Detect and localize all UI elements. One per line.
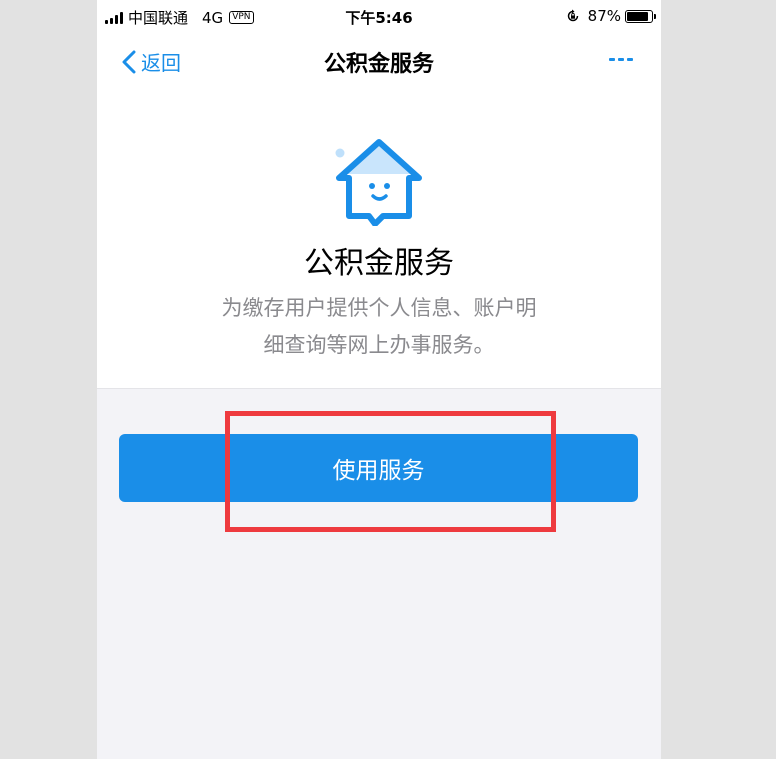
service-description-line: 细查询等网上办事服务。 [263, 333, 495, 357]
more-button[interactable] [609, 58, 633, 61]
battery-percent: 87% [587, 7, 621, 25]
service-description: 为缴存用户提供个人信息、账户明 细查询等网上办事服务。 [189, 290, 569, 364]
service-title: 公积金服务 [304, 246, 454, 281]
page-title: 公积金服务 [323, 52, 434, 77]
back-label: 返回 [141, 51, 181, 75]
service-description-line: 为缴存用户提供个人信息、账户明 [221, 296, 537, 320]
status-right: 87% [566, 7, 656, 25]
status-bar: 中国联通 4G VPN 下午5:46 87% [97, 0, 661, 36]
back-button[interactable]: 返回 [122, 47, 181, 76]
battery-icon [625, 9, 656, 23]
more-icon [609, 58, 615, 61]
service-info-card: 公积金服务 为缴存用户提供个人信息、账户明 细查询等网上办事服务。 [97, 86, 661, 389]
rotation-lock-icon [567, 9, 578, 22]
chevron-left-icon [122, 50, 136, 73]
navigation-bar: 返回 公积金服务 [97, 36, 661, 86]
battery-fill [627, 11, 648, 21]
phone-screen: 中国联通 4G VPN 下午5:46 87% 返回 公积金服务 公积金服务 为缴… [97, 0, 661, 759]
house-chat-icon [335, 139, 422, 226]
use-service-button[interactable]: 使用服务 [119, 434, 638, 502]
